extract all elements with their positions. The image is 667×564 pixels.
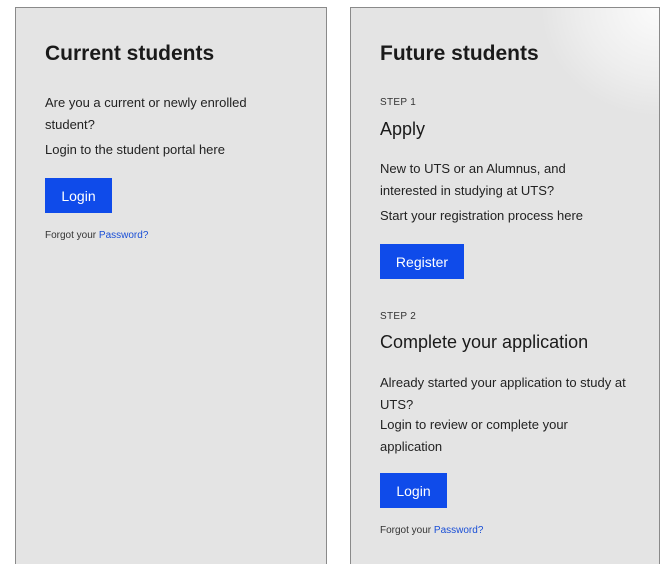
future-students-title: Future students [380,42,539,65]
future-login-button[interactable]: Login [380,473,447,508]
current-forgot-password: Forgot your Password? [45,230,148,241]
student-portal-text: Login to the student portal here [45,142,225,157]
step2-description: Already started your application to stud… [380,375,626,412]
current-students-title: Current students [45,42,215,65]
current-login-button[interactable]: Login [45,178,112,213]
register-button[interactable]: Register [380,244,464,279]
current-students-question: Are you a current or newly enrolled stud… [45,95,247,132]
future-password-link[interactable]: Password? [434,525,483,536]
step2-label: STEP 2 [380,311,417,322]
step1-label: STEP 1 [380,97,417,108]
step1-cta-text: Start your registration process here [380,208,584,223]
forgot-prefix: Forgot your [45,230,97,241]
step1-title: Apply [380,119,426,139]
step2-title: Complete your application [380,332,589,352]
current-password-link[interactable]: Password? [99,230,148,241]
current-students-panel: Current students Are you a current or ne… [15,7,327,564]
step2-cta-text: Login to review or complete your applica… [380,417,568,454]
screen-glare [539,8,659,118]
future-forgot-password: Forgot your Password? [380,525,483,536]
step1-description: New to UTS or an Alumnus, and interested… [380,161,566,198]
forgot-prefix: Forgot your [380,525,432,536]
future-students-panel: Future students STEP 1 Apply New to UTS … [350,7,660,564]
